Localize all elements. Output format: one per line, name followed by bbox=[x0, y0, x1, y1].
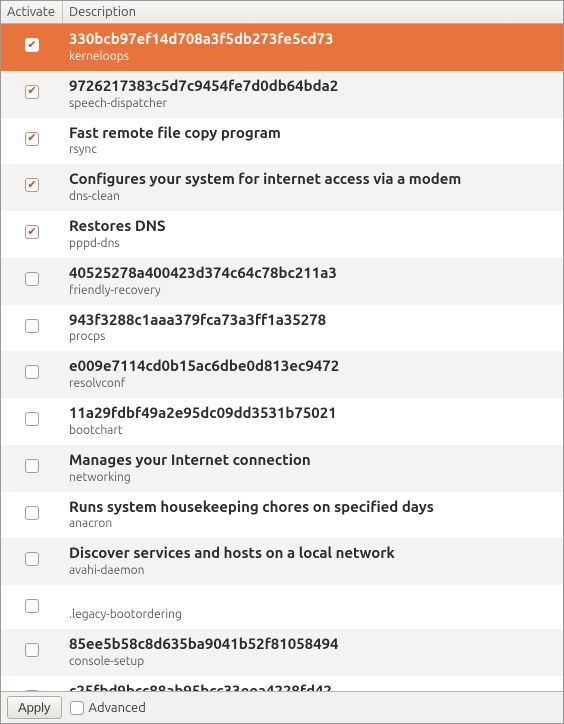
column-header-description[interactable]: Description bbox=[63, 1, 563, 23]
description-cell: 40525278a400423d374c64c78bc211a3friendly… bbox=[63, 262, 563, 299]
service-title: 85ee5b58c8d635ba9041b52f81058494 bbox=[69, 635, 557, 654]
service-subtitle: bootchart bbox=[69, 424, 557, 437]
activate-cell bbox=[1, 589, 63, 613]
advanced-toggle[interactable]: Advanced bbox=[70, 701, 146, 715]
activate-cell bbox=[1, 355, 63, 379]
activate-cell bbox=[1, 633, 63, 657]
activate-checkbox[interactable] bbox=[25, 319, 39, 333]
service-title: Fast remote file copy program bbox=[69, 124, 557, 143]
footer-bar: Apply Advanced bbox=[1, 691, 563, 723]
service-list[interactable]: 330bcb97ef14d708a3f5db273fe5cd73kerneloo… bbox=[1, 24, 563, 691]
activate-checkbox[interactable] bbox=[25, 506, 39, 520]
description-cell: e009e7114cd0b15ac6dbe0d813ec9472resolvco… bbox=[63, 355, 563, 392]
activate-cell bbox=[1, 309, 63, 333]
activate-cell bbox=[1, 449, 63, 473]
table-row[interactable]: Runs system housekeeping chores on speci… bbox=[1, 492, 563, 539]
service-title: c25fbd9bcc88ab95bcc33eea4228fd42 bbox=[69, 682, 557, 691]
description-cell: Restores DNSpppd-dns bbox=[63, 215, 563, 252]
service-subtitle: speech-dispatcher bbox=[69, 97, 557, 110]
activate-checkbox[interactable] bbox=[25, 178, 39, 192]
description-cell: 9726217383c5d7c9454fe7d0db64bda2speech-d… bbox=[63, 75, 563, 112]
advanced-label: Advanced bbox=[89, 701, 146, 715]
service-title: Restores DNS bbox=[69, 217, 557, 236]
advanced-checkbox[interactable] bbox=[70, 701, 84, 715]
column-headers: Activate Description bbox=[1, 1, 563, 24]
service-subtitle: pppd-dns bbox=[69, 237, 557, 250]
service-subtitle: anacron bbox=[69, 517, 557, 530]
activate-cell bbox=[1, 680, 63, 691]
service-subtitle: dns-clean bbox=[69, 190, 557, 203]
service-title: 9726217383c5d7c9454fe7d0db64bda2 bbox=[69, 77, 557, 96]
description-cell: 11a29fdbf49a2e95dc09dd3531b75021bootchar… bbox=[63, 402, 563, 439]
service-subtitle: resolvconf bbox=[69, 377, 557, 390]
service-title: 330bcb97ef14d708a3f5db273fe5cd73 bbox=[69, 30, 557, 49]
table-row[interactable]: Configures your system for internet acce… bbox=[1, 164, 563, 211]
activate-checkbox[interactable] bbox=[25, 365, 39, 379]
activate-cell bbox=[1, 542, 63, 566]
activate-cell bbox=[1, 75, 63, 99]
table-row[interactable]: 943f3288c1aaa379fca73a3ff1a35278procps bbox=[1, 305, 563, 352]
activate-cell bbox=[1, 402, 63, 426]
service-subtitle: avahi-daemon bbox=[69, 564, 557, 577]
table-row[interactable]: 9726217383c5d7c9454fe7d0db64bda2speech-d… bbox=[1, 71, 563, 118]
description-cell: 85ee5b58c8d635ba9041b52f81058494console-… bbox=[63, 633, 563, 670]
service-subtitle: .legacy-bootordering bbox=[69, 608, 557, 621]
service-title: 40525278a400423d374c64c78bc211a3 bbox=[69, 264, 557, 283]
table-row[interactable]: Restores DNSpppd-dns bbox=[1, 211, 563, 258]
service-subtitle: procps bbox=[69, 330, 557, 343]
description-cell: Discover services and hosts on a local n… bbox=[63, 542, 563, 579]
activate-checkbox[interactable] bbox=[25, 38, 39, 52]
activate-checkbox[interactable] bbox=[25, 412, 39, 426]
service-title: Manages your Internet connection bbox=[69, 451, 557, 470]
table-row[interactable]: 330bcb97ef14d708a3f5db273fe5cd73kerneloo… bbox=[1, 24, 563, 71]
activate-checkbox[interactable] bbox=[25, 643, 39, 657]
activate-cell bbox=[1, 262, 63, 286]
service-subtitle: console-setup bbox=[69, 655, 557, 668]
service-subtitle: rsync bbox=[69, 143, 557, 156]
activate-checkbox[interactable] bbox=[25, 552, 39, 566]
service-title: Discover services and hosts on a local n… bbox=[69, 544, 557, 563]
activate-checkbox[interactable] bbox=[25, 272, 39, 286]
description-cell: Fast remote file copy programrsync bbox=[63, 122, 563, 159]
window: Activate Description 330bcb97ef14d708a3f… bbox=[0, 0, 564, 724]
table-row[interactable]: Manages your Internet connectionnetworki… bbox=[1, 445, 563, 492]
activate-cell bbox=[1, 28, 63, 52]
service-title: 11a29fdbf49a2e95dc09dd3531b75021 bbox=[69, 404, 557, 423]
table-row[interactable]: Discover services and hosts on a local n… bbox=[1, 538, 563, 585]
table-row[interactable]: 11a29fdbf49a2e95dc09dd3531b75021bootchar… bbox=[1, 398, 563, 445]
activate-cell bbox=[1, 168, 63, 192]
activate-cell bbox=[1, 122, 63, 146]
activate-checkbox[interactable] bbox=[25, 132, 39, 146]
activate-cell bbox=[1, 215, 63, 239]
table-row[interactable]: c25fbd9bcc88ab95bcc33eea4228fd42rsyslog bbox=[1, 676, 563, 691]
description-cell: c25fbd9bcc88ab95bcc33eea4228fd42rsyslog bbox=[63, 680, 563, 691]
table-row[interactable]: .legacy-bootordering bbox=[1, 585, 563, 629]
description-cell: Manages your Internet connectionnetworki… bbox=[63, 449, 563, 486]
service-title: Configures your system for internet acce… bbox=[69, 170, 557, 189]
description-cell: 330bcb97ef14d708a3f5db273fe5cd73kerneloo… bbox=[63, 28, 563, 65]
table-row[interactable]: 85ee5b58c8d635ba9041b52f81058494console-… bbox=[1, 629, 563, 676]
service-title: Runs system housekeeping chores on speci… bbox=[69, 498, 557, 517]
table-row[interactable]: 40525278a400423d374c64c78bc211a3friendly… bbox=[1, 258, 563, 305]
service-title: 943f3288c1aaa379fca73a3ff1a35278 bbox=[69, 311, 557, 330]
activate-checkbox[interactable] bbox=[25, 459, 39, 473]
description-cell: .legacy-bootordering bbox=[63, 589, 563, 623]
activate-checkbox[interactable] bbox=[25, 225, 39, 239]
description-cell: Runs system housekeeping chores on speci… bbox=[63, 496, 563, 533]
column-header-activate[interactable]: Activate bbox=[1, 1, 63, 23]
activate-cell bbox=[1, 496, 63, 520]
activate-checkbox[interactable] bbox=[25, 85, 39, 99]
table-row[interactable]: e009e7114cd0b15ac6dbe0d813ec9472resolvco… bbox=[1, 351, 563, 398]
apply-button[interactable]: Apply bbox=[7, 696, 62, 719]
service-title: e009e7114cd0b15ac6dbe0d813ec9472 bbox=[69, 357, 557, 376]
service-subtitle: networking bbox=[69, 471, 557, 484]
description-cell: 943f3288c1aaa379fca73a3ff1a35278procps bbox=[63, 309, 563, 346]
description-cell: Configures your system for internet acce… bbox=[63, 168, 563, 205]
service-subtitle: kerneloops bbox=[69, 50, 557, 63]
service-subtitle: friendly-recovery bbox=[69, 284, 557, 297]
activate-checkbox[interactable] bbox=[25, 599, 39, 613]
table-row[interactable]: Fast remote file copy programrsync bbox=[1, 118, 563, 165]
